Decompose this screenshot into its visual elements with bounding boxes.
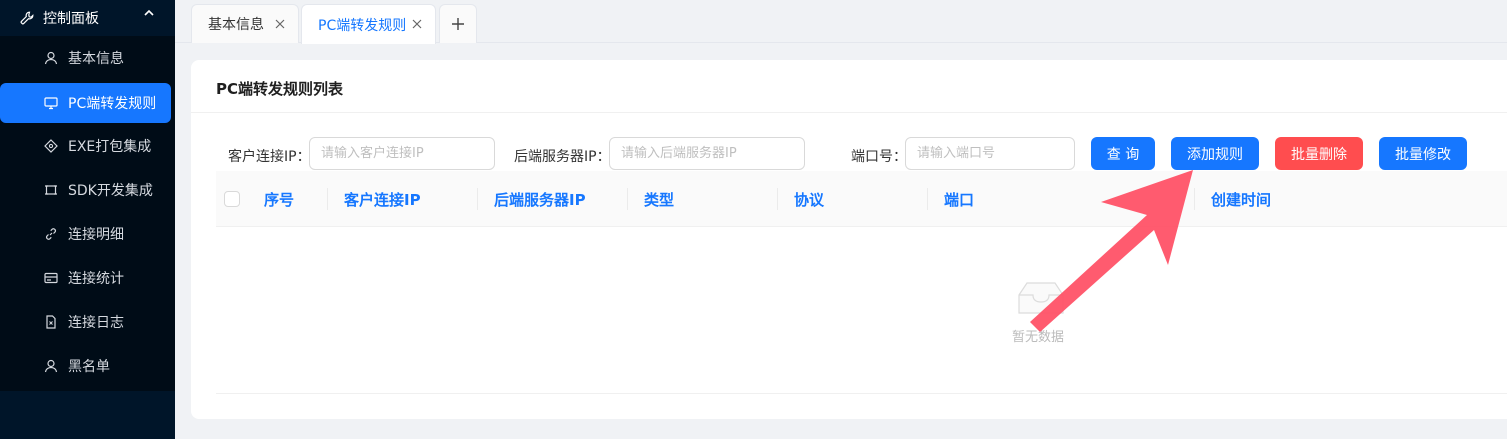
column-created-time[interactable]: 创建时间 — [1211, 171, 1271, 227]
wrench-icon — [20, 11, 34, 25]
column-index[interactable]: 序号 — [264, 171, 294, 227]
user-icon — [44, 51, 58, 65]
sidebar-item-label: PC端转发规则 — [68, 96, 157, 112]
sidebar-item-label: 连接日志 — [68, 315, 124, 331]
file-icon — [46, 315, 56, 329]
column-separator — [777, 188, 778, 210]
empty-inbox-icon — [1018, 282, 1064, 314]
column-port[interactable]: 端口 — [944, 171, 974, 227]
diamond-icon — [44, 139, 58, 153]
query-button[interactable]: 查 询 — [1091, 137, 1155, 170]
sidebar-item-connection-stats[interactable]: 连接统计 — [0, 258, 171, 298]
sidebar-item-label: 连接明细 — [68, 227, 124, 243]
sidebar-item-label: 连接统计 — [68, 271, 124, 287]
frame-icon — [45, 185, 57, 195]
column-server-ip[interactable]: 后端服务器IP — [494, 171, 586, 227]
column-separator — [927, 188, 928, 210]
card-icon — [44, 272, 58, 284]
sidebar-item-sdk-integration[interactable]: SDK开发集成 — [0, 170, 171, 210]
empty-text: 暂无数据 — [1012, 330, 1065, 345]
column-type[interactable]: 类型 — [644, 171, 674, 227]
card-title: PC端转发规则列表 — [216, 80, 344, 98]
add-rule-button[interactable]: 添加规则 — [1171, 137, 1259, 170]
divider — [191, 112, 1507, 113]
link-icon — [46, 228, 56, 240]
tab-pc-forward-rules[interactable]: PC端转发规则 — [301, 4, 436, 44]
sidebar-item-pc-forward-rules[interactable]: PC端转发规则 — [0, 83, 171, 123]
sidebar-item-label: SDK开发集成 — [68, 183, 153, 199]
client-ip-input[interactable] — [309, 137, 495, 170]
column-separator — [327, 188, 328, 210]
client-ip-label: 客户连接IP： — [228, 149, 311, 165]
sidebar-item-blacklist[interactable]: 黑名单 — [0, 346, 171, 386]
column-separator — [627, 188, 628, 210]
sidebar-item-basic-info[interactable]: 基本信息 — [0, 38, 171, 78]
server-ip-label: 后端服务器IP： — [514, 149, 611, 165]
sidebar-item-label: EXE打包集成 — [68, 139, 152, 155]
column-protocol[interactable]: 协议 — [794, 171, 824, 227]
monitor-icon — [44, 97, 58, 110]
column-client-ip[interactable]: 客户连接IP — [344, 171, 421, 227]
sidebar-group-control-panel[interactable]: 控制面板 — [0, 0, 175, 36]
batch-edit-button[interactable]: 批量修改 — [1379, 137, 1467, 170]
column-separator — [1194, 188, 1195, 210]
sidebar-item-connection-logs[interactable]: 连接日志 — [0, 302, 171, 342]
user-icon — [44, 359, 58, 373]
select-all-checkbox[interactable] — [224, 191, 240, 207]
table-bottom-border — [216, 393, 1507, 394]
port-label: 端口号： — [851, 149, 907, 165]
sidebar-item-label: 基本信息 — [68, 51, 124, 67]
sidebar-item-connection-details[interactable]: 连接明细 — [0, 214, 171, 254]
batch-delete-button[interactable]: 批量删除 — [1275, 137, 1363, 170]
sidebar-item-label: 黑名单 — [68, 359, 110, 375]
close-icon[interactable] — [411, 18, 423, 30]
sidebar-submenu: 基本信息 PC端转发规则 EXE打包集成 SDK开发集成 连接明细 连接统计 连… — [0, 36, 175, 391]
add-tab-button[interactable] — [439, 4, 477, 43]
column-separator — [477, 188, 478, 210]
sidebar: 控制面板 基本信息 PC端转发规则 EXE打包集成 SDK开发集成 连接明细 连… — [0, 0, 175, 439]
server-ip-input[interactable] — [609, 137, 805, 170]
table-header: 序号 客户连接IP 后端服务器IP 类型 协议 端口 创建时间 — [216, 171, 1507, 227]
chevron-up-icon[interactable] — [143, 7, 155, 19]
tab-basic-info[interactable]: 基本信息 — [191, 4, 299, 43]
plus-icon — [452, 18, 464, 30]
tab-label: 基本信息 — [208, 17, 264, 33]
port-input[interactable] — [905, 137, 1075, 170]
close-icon[interactable] — [274, 18, 286, 30]
tab-bar: 基本信息 PC端转发规则 — [175, 0, 1507, 44]
tab-label: PC端转发规则 — [318, 17, 407, 34]
sidebar-item-exe-packaging[interactable]: EXE打包集成 — [0, 126, 171, 166]
sidebar-group-label: 控制面板 — [43, 11, 99, 27]
rules-card: PC端转发规则列表 客户连接IP： 后端服务器IP： 端口号： 查 询 添加规则… — [191, 60, 1507, 419]
